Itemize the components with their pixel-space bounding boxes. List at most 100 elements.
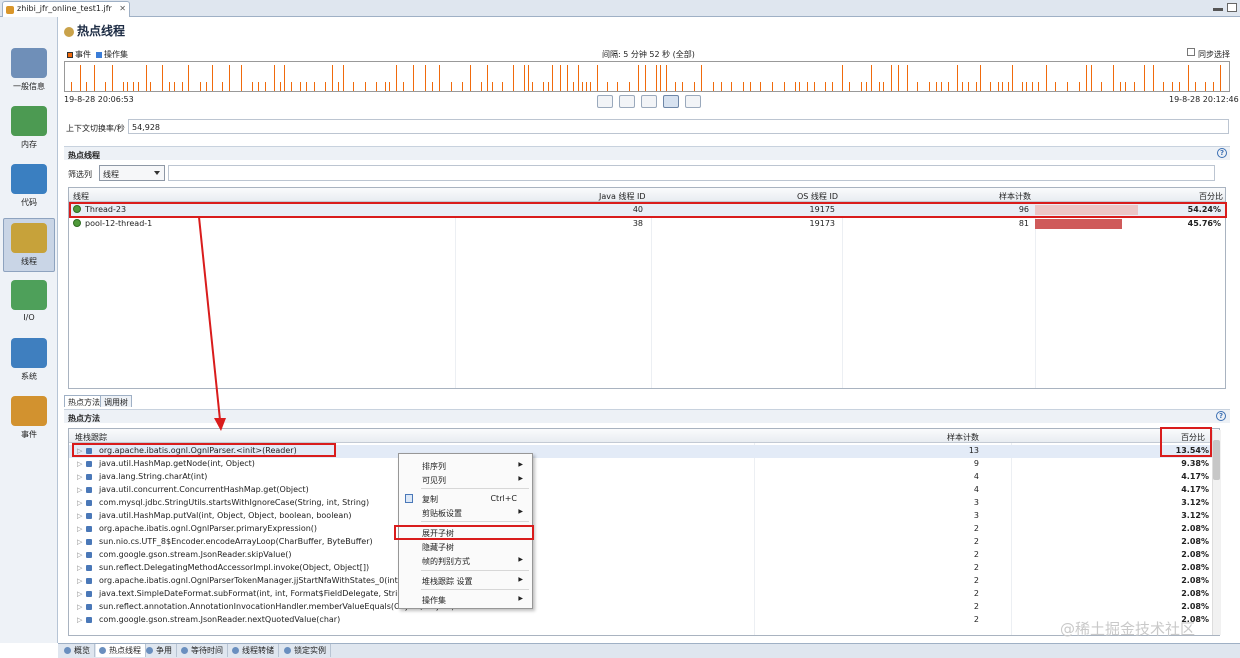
expand-arrow-icon[interactable]: ▷	[77, 551, 82, 559]
table-row[interactable]: ▷ java.lang.String.charAt(int) 4 4.17%	[69, 471, 1219, 484]
bottom-tab-0[interactable]: 概览	[61, 644, 95, 657]
filter-column-select[interactable]: 线程	[99, 165, 165, 181]
hot-methods-header: 热点方法	[64, 409, 1230, 423]
expand-arrow-icon[interactable]: ▷	[77, 590, 82, 598]
os-thread-id: 19173	[809, 219, 835, 228]
gauge-icon	[11, 48, 47, 78]
context-menu-item[interactable]: 剪贴板设置 ▶	[400, 506, 531, 519]
scroll-right-button[interactable]	[685, 95, 701, 108]
event-tick	[552, 65, 553, 91]
event-tick	[314, 82, 315, 91]
sidebar-item-5[interactable]: 系统	[3, 334, 55, 388]
expand-arrow-icon[interactable]: ▷	[77, 616, 82, 624]
table-row[interactable]: ▷ java.text.SimpleDateFormat.subFormat(in…	[69, 588, 1219, 601]
event-tick	[80, 65, 81, 91]
maximize-icon[interactable]	[1227, 3, 1237, 12]
col-percent[interactable]: 百分比	[1199, 188, 1223, 202]
event-tick	[543, 82, 544, 91]
event-tick	[182, 82, 183, 91]
context-menu-item[interactable]: 堆栈跟踪 设置 ▶	[400, 574, 531, 587]
sidebar-item-2[interactable]: 代码	[3, 160, 55, 214]
event-tick	[71, 82, 72, 91]
context-menu-item[interactable]: 帧的判别方式 ▶	[400, 554, 531, 567]
sidebar-item-4[interactable]: I/O	[3, 276, 55, 330]
context-menu-item[interactable]: 隐藏子树	[400, 540, 531, 553]
tab-hot-methods[interactable]: 热点方法	[64, 395, 104, 407]
copy-icon	[405, 494, 413, 503]
col-sample-count[interactable]: 样本计数	[947, 429, 979, 443]
event-tick	[1091, 65, 1092, 91]
bottom-tab-1[interactable]: 热点线程	[96, 644, 146, 657]
help-icon[interactable]: ?	[1217, 148, 1227, 158]
editor-tab[interactable]: zhibi_jfr_online_test1.jfr ✕	[2, 1, 130, 17]
expand-arrow-icon[interactable]: ▷	[77, 525, 82, 533]
col-os-id[interactable]: OS 线程 ID	[797, 188, 838, 202]
table-row[interactable]: ▷ java.util.HashMap.getNode(int, Object) 9…	[69, 458, 1219, 471]
scrollbar-thumb[interactable]	[1213, 440, 1220, 480]
event-tick	[597, 65, 598, 91]
event-tick	[123, 82, 124, 91]
table-row[interactable]: ▷ sun.reflect.DelegatingMethodAccessorImp…	[69, 562, 1219, 575]
event-tick	[206, 82, 207, 91]
context-menu-item[interactable]: 操作集 ▶	[400, 593, 531, 606]
method-icon	[86, 591, 92, 597]
expand-arrow-icon[interactable]: ▷	[77, 473, 82, 481]
events-swatch	[67, 51, 73, 58]
sync-select-checkbox[interactable]	[1187, 48, 1195, 56]
context-menu-item[interactable]: 排序列 ▶	[400, 459, 531, 472]
method-name: org.apache.ibatis.ognl.OgnlParserTokenMa…	[99, 576, 414, 585]
expand-arrow-icon[interactable]: ▷	[77, 499, 82, 507]
context-menu-item[interactable]: 复制 Ctrl+C	[400, 492, 531, 505]
bottom-tab-3[interactable]: 等待时间	[178, 644, 228, 657]
method-name: com.mysql.jdbc.StringUtils.startsWithIgn…	[99, 498, 370, 507]
col-thread[interactable]: 线程	[73, 188, 89, 202]
table-row[interactable]: ▷ sun.nio.cs.UTF_8$Encoder.encodeArrayLoo…	[69, 536, 1219, 549]
select-all-button[interactable]	[663, 95, 679, 108]
bottom-tab-4[interactable]: 线程转储	[229, 644, 279, 657]
bottom-tab-5[interactable]: 锁定实例	[281, 644, 331, 657]
col-stack-trace[interactable]: 堆栈跟踪	[75, 429, 107, 443]
event-tick	[403, 82, 404, 91]
sidebar-item-0[interactable]: 一般信息	[3, 44, 55, 98]
filter-input[interactable]	[168, 165, 1215, 181]
table-row[interactable]: ▷ com.google.gson.stream.JsonReader.skipV…	[69, 549, 1219, 562]
table-row[interactable]: ▷ java.util.HashMap.putVal(int, Object, O…	[69, 510, 1219, 523]
expand-arrow-icon[interactable]: ▷	[77, 486, 82, 494]
scroll-left-button[interactable]	[619, 95, 635, 108]
help-icon[interactable]: ?	[1216, 411, 1226, 421]
zoom-out-button[interactable]	[597, 95, 613, 108]
expand-arrow-icon[interactable]: ▷	[77, 603, 82, 611]
expand-arrow-icon[interactable]: ▷	[77, 538, 82, 546]
event-tick	[1079, 82, 1080, 91]
table-row[interactable]: ▷ org.apache.ibatis.ognl.OgnlParserTokenM…	[69, 575, 1219, 588]
table-row[interactable]: ▷ com.google.gson.stream.JsonReader.nextQ…	[69, 614, 1219, 627]
tab-call-tree[interactable]: 调用树	[100, 395, 132, 407]
table-row[interactable]: pool-12-thread-1 38 19173 81 45.76%	[69, 217, 1225, 231]
expand-arrow-icon[interactable]: ▷	[77, 564, 82, 572]
event-tick	[112, 65, 113, 91]
table-row[interactable]: ▷ com.mysql.jdbc.StringUtils.startsWithIg…	[69, 497, 1219, 510]
event-tick	[502, 82, 503, 91]
sidebar-item-3[interactable]: 线程	[3, 218, 55, 272]
expand-arrow-icon[interactable]: ▷	[77, 512, 82, 520]
table-row[interactable]: ▷ org.apache.ibatis.ognl.OgnlParser.prima…	[69, 523, 1219, 536]
sample-count: 2	[973, 615, 979, 624]
expand-arrow-icon[interactable]: ▷	[77, 460, 82, 468]
col-java-id[interactable]: Java 线程 ID	[599, 188, 646, 202]
bottom-tab-2[interactable]: 争用	[143, 644, 177, 657]
expand-arrow-icon[interactable]: ▷	[77, 577, 82, 585]
table-row[interactable]: ▷ java.util.concurrent.ConcurrentHashMap.…	[69, 484, 1219, 497]
zoom-in-button[interactable]	[641, 95, 657, 108]
minimize-icon[interactable]	[1213, 8, 1223, 11]
timeline-chart[interactable]	[64, 61, 1230, 92]
method-icon	[86, 487, 92, 493]
col-samples[interactable]: 样本计数	[999, 188, 1031, 202]
sidebar-item-6[interactable]: 事件	[3, 392, 55, 446]
context-menu-item[interactable]: 可见列 ▶	[400, 473, 531, 486]
tab-label: 争用	[156, 646, 172, 655]
close-tab-icon[interactable]: ✕	[119, 4, 126, 13]
event-tick	[990, 82, 991, 91]
sidebar-item-1[interactable]: 内存	[3, 102, 55, 156]
table-row[interactable]: ▷ sun.reflect.annotation.AnnotationInvoca…	[69, 601, 1219, 614]
tab-label: 锁定实例	[294, 646, 326, 655]
